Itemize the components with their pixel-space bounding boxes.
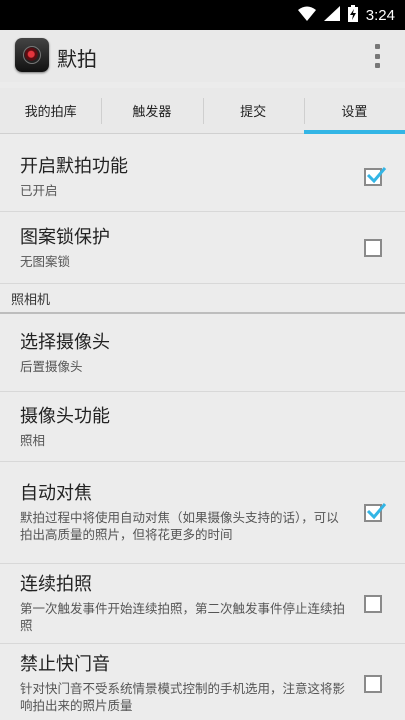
pref-title: 开启默拍功能 bbox=[20, 155, 128, 177]
signal-icon bbox=[323, 5, 340, 25]
pref-burst-capture[interactable]: 连续拍照 第一次触发事件开始连续拍照，第二次触发事件停止连续拍照 bbox=[0, 564, 405, 644]
check-icon bbox=[366, 166, 387, 183]
pref-title: 摄像头功能 bbox=[20, 405, 110, 427]
status-time: 3:24 bbox=[365, 6, 395, 24]
pref-summary: 针对快门音不受系统情景模式控制的手机选用，注意这将影响拍出来的照片质量 bbox=[20, 681, 346, 713]
settings-list: 开启默拍功能 已开启 图案锁保护 无图案锁 照相机 选择摄像头 后置摄像头 摄像… bbox=[0, 142, 405, 720]
camera-app-icon[interactable] bbox=[15, 38, 49, 72]
wifi-icon bbox=[297, 6, 316, 25]
action-bar: 默拍 bbox=[0, 30, 405, 82]
pref-mute-shutter[interactable]: 禁止快门音 针对快门音不受系统情景模式控制的手机选用，注意这将影响拍出来的照片质… bbox=[0, 644, 405, 720]
tab-triggers[interactable]: 触发器 bbox=[101, 88, 202, 133]
auto-focus-checkbox[interactable] bbox=[364, 502, 387, 522]
pref-summary: 照相 bbox=[20, 432, 46, 448]
enable-checkbox[interactable] bbox=[364, 166, 387, 186]
pref-summary: 后置摄像头 bbox=[20, 358, 83, 374]
mute-shutter-checkbox[interactable] bbox=[364, 674, 382, 693]
pref-camera-function[interactable]: 摄像头功能 照相 bbox=[0, 392, 405, 462]
tab-settings[interactable]: 设置 bbox=[303, 88, 405, 134]
pref-pattern-lock[interactable]: 图案锁保护 无图案锁 bbox=[0, 212, 405, 284]
tab-label: 设置 bbox=[341, 105, 368, 120]
pattern-lock-checkbox[interactable] bbox=[364, 238, 382, 257]
check-icon bbox=[366, 502, 387, 519]
pref-title: 禁止快门音 bbox=[20, 654, 110, 675]
pref-summary: 已开启 bbox=[20, 182, 58, 198]
pref-auto-focus[interactable]: 自动对焦 默拍过程中将使用自动对焦（如果摄像头支持的话），可以拍出高质量的照片，… bbox=[0, 462, 405, 564]
pref-title: 自动对焦 bbox=[20, 483, 92, 504]
tab-label: 提交 bbox=[240, 105, 267, 120]
pref-title: 选择摄像头 bbox=[20, 331, 110, 353]
tab-label: 触发器 bbox=[132, 105, 172, 120]
burst-capture-checkbox[interactable] bbox=[364, 594, 382, 613]
pref-summary: 默拍过程中将使用自动对焦（如果摄像头支持的话），可以拍出高质量的照片，但将花更多… bbox=[20, 510, 339, 542]
tab-my-gallery[interactable]: 我的拍库 bbox=[0, 88, 101, 133]
pref-enable-silent-capture[interactable]: 开启默拍功能 已开启 bbox=[0, 142, 405, 212]
tab-bar: 我的拍库 触发器 提交 设置 bbox=[0, 88, 405, 134]
status-bar: 3:24 bbox=[0, 0, 405, 30]
pref-title: 图案锁保护 bbox=[20, 226, 110, 248]
tab-submit[interactable]: 提交 bbox=[202, 88, 304, 133]
pref-summary: 第一次触发事件开始连续拍照，第二次触发事件停止连续拍照 bbox=[20, 601, 346, 633]
pref-title: 连续拍照 bbox=[20, 574, 92, 595]
pref-select-camera[interactable]: 选择摄像头 后置摄像头 bbox=[0, 314, 405, 392]
tab-label: 我的拍库 bbox=[24, 105, 77, 120]
pref-summary: 无图案锁 bbox=[20, 253, 71, 269]
battery-icon bbox=[347, 4, 358, 26]
overflow-menu-icon[interactable] bbox=[373, 44, 381, 68]
app-title: 默拍 bbox=[57, 47, 97, 71]
category-camera: 照相机 bbox=[0, 284, 405, 314]
